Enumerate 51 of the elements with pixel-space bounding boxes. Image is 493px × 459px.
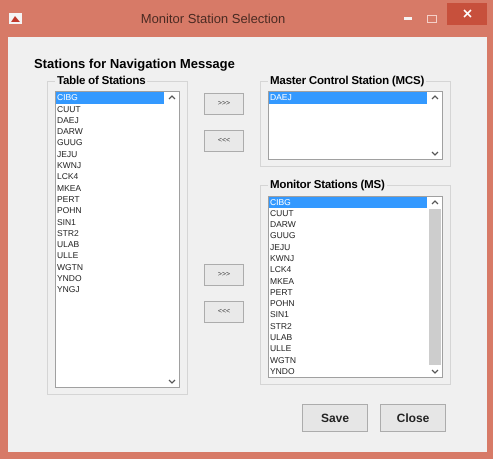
station-list[interactable]: CIBG CUUT DAEJ DARW GUUG JEJU KWNJ LCK4 MKEA PERT POHN SIN1 STR2 ULAB ULLE WGTN YNDO YNGJ	[55, 91, 180, 388]
list-item[interactable]: PERT	[56, 194, 164, 206]
close-icon[interactable]	[462, 9, 472, 18]
list-item[interactable]: ULAB	[269, 332, 427, 344]
group-title: Table of Stations	[56, 74, 146, 89]
dialog-button[interactable]: Close	[380, 404, 446, 432]
list-item[interactable]: DARW	[269, 219, 427, 230]
scroll-up-icon[interactable]	[430, 94, 438, 100]
list-item[interactable]: MKEA	[269, 276, 427, 287]
list-item[interactable]: STR2	[56, 228, 164, 240]
window-title: Monitor Station Selection	[140, 10, 286, 28]
list-item[interactable]: LCK4	[269, 264, 427, 276]
list-item[interactable]: SIN1	[269, 309, 427, 321]
list-item[interactable]: ULLE	[269, 343, 427, 355]
list-item[interactable]: POHN	[56, 205, 164, 217]
list-item[interactable]: JEJU	[269, 242, 427, 253]
list-item[interactable]: POHN	[269, 298, 427, 310]
list-item[interactable]: CUUT	[56, 104, 164, 115]
list-item[interactable]: MKEA	[56, 182, 164, 194]
scroll-down-icon[interactable]	[430, 368, 438, 374]
list-item[interactable]: DAEJ	[56, 114, 164, 126]
list-item[interactable]: KWNJ	[269, 252, 427, 264]
list-item[interactable]: DARW	[56, 126, 164, 138]
list-item[interactable]: WGTN	[269, 354, 427, 366]
scroll-down-icon[interactable]	[430, 151, 438, 158]
dialog-button[interactable]: Save	[302, 404, 368, 432]
scroll-down-icon[interactable]	[168, 379, 176, 386]
app-icon	[9, 13, 22, 24]
section-heading: Stations for Navigation Message	[34, 56, 236, 71]
list-item[interactable]: KWNJ	[56, 160, 164, 172]
station-list[interactable]: CIBG CUUT DARW GUUG JEJU KWNJ LCK4 MKEA PERT POHN SIN1 STR2 ULAB ULLE WGTN YNDO	[268, 196, 443, 378]
list-item[interactable]: YNDO	[56, 273, 164, 284]
scroll-up-icon[interactable]	[430, 198, 438, 204]
list-item[interactable]: GUUG	[269, 230, 427, 242]
list-item[interactable]: YNGJ	[56, 284, 164, 296]
list-item[interactable]: YNDO	[269, 366, 427, 378]
list-item[interactable]: ULLE	[56, 250, 164, 262]
close-button[interactable]	[447, 2, 487, 24]
scroll-up-icon[interactable]	[168, 94, 176, 100]
list-item[interactable]: WGTN	[56, 262, 164, 273]
list-item[interactable]: LCK4	[56, 171, 164, 183]
scroll-thumb[interactable]	[428, 208, 440, 364]
list-item[interactable]: GUUG	[56, 137, 164, 149]
list-item[interactable]: ULAB	[56, 239, 164, 250]
list-item[interactable]: STR2	[269, 320, 427, 332]
list-item[interactable]: SIN1	[56, 216, 164, 228]
list-item[interactable]: PERT	[269, 286, 427, 298]
group-title: Monitor Stations (MS)	[269, 178, 386, 194]
group-title: Master Control Station (MCS)	[269, 74, 426, 89]
list-item[interactable]: CUUT	[269, 208, 427, 220]
list-item[interactable]: JEJU	[56, 148, 164, 160]
